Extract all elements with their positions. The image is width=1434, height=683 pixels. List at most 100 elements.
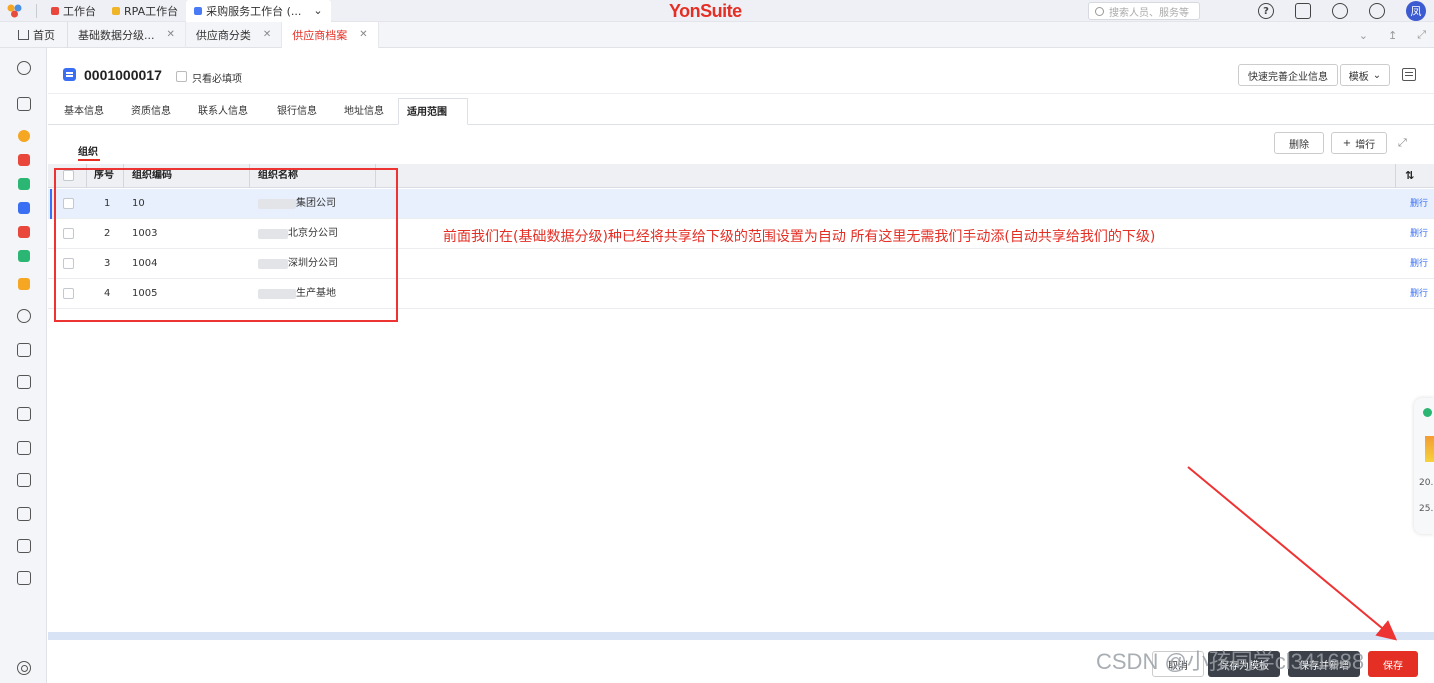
store-icon[interactable] [14,340,34,360]
shop-front-icon[interactable] [14,504,34,524]
flower-icon[interactable] [14,150,34,170]
close-icon[interactable]: ✕ [263,29,271,40]
top-right-icons: ? 凤 [1258,0,1434,22]
cell-code: 1005 [132,288,158,299]
apps-icon[interactable] [14,126,34,146]
divider [1395,164,1396,188]
tab-address[interactable]: 地址信息 [336,98,392,125]
template-label: 模板 [1348,71,1369,83]
shop-icon[interactable] [14,372,34,392]
row-checkbox[interactable] [63,228,74,239]
tab-supplier-category[interactable]: 供应商分类 ✕ [186,21,283,48]
calc-icon[interactable] [14,246,34,266]
delete-row-link[interactable]: 删行 [1410,219,1428,249]
search-input[interactable]: 搜索人员、服务等 [1088,2,1200,20]
divider [36,3,37,18]
bag-icon[interactable] [14,174,34,194]
cell-seq: 1 [104,198,111,209]
close-icon[interactable]: ✕ [359,29,367,40]
chevron-down-icon[interactable]: ⌄ [313,4,322,17]
expand-icon[interactable]: ⤢ [1398,136,1410,149]
search-placeholder: 搜索人员、服务等 [1109,7,1189,19]
gear-icon[interactable] [17,661,31,675]
folder-icon[interactable] [14,470,34,490]
box-icon[interactable] [14,94,34,114]
required-only-label: 只看必填项 [192,74,242,85]
close-icon[interactable]: ✕ [167,29,175,40]
chevron-down-icon[interactable]: ⌄ [1359,29,1368,42]
tab-home[interactable]: 首页 [0,21,68,48]
cell-code: 10 [132,198,145,209]
cell-seq: 2 [104,228,111,239]
headset-icon[interactable] [1332,3,1348,19]
quick-fill-button[interactable]: 快速完善企业信息 [1238,64,1338,86]
add-row-button[interactable]: + 增行 [1331,132,1387,154]
grid-icon[interactable] [14,568,34,588]
tab-bank[interactable]: 银行信息 [269,98,325,125]
cell-name: 生产基地 [296,288,336,299]
table-row[interactable]: 4 1005 生产基地 删行 [48,279,1434,309]
top-tab-procurement[interactable]: 采购服务工作台 (... ⌄ [186,0,331,22]
delete-row-link[interactable]: 删行 [1410,279,1428,309]
row-checkbox[interactable] [63,258,74,269]
select-all-checkbox[interactable] [63,170,74,181]
upload-icon[interactable]: ↥ [1388,29,1397,42]
column-settings-icon[interactable]: ⇅ [1405,164,1414,188]
tab-label: 供应商档案 [292,28,348,42]
rpa-icon [112,6,120,15]
top-tab-rpa[interactable]: RPA工作台 [104,0,186,22]
cell-name: 集团公司 [296,198,336,209]
workbench-icon [51,6,59,15]
top-bar: 工作台 RPA工作台 采购服务工作台 (... ⌄ YonSuite 搜索人员、… [0,0,1434,22]
table-header: 序号 组织编码 组织名称 ⇅ [48,164,1434,188]
delete-row-link[interactable]: 删行 [1410,249,1428,279]
tab-contacts[interactable]: 联系人信息 [190,98,256,125]
message-icon[interactable] [1295,3,1311,19]
quick-fill-label: 快速完善企业信息 [1248,71,1328,83]
card-icon[interactable] [14,222,34,242]
avatar[interactable]: 凤 [1406,1,1426,21]
required-only-checkbox[interactable] [176,71,187,82]
tab-scope[interactable]: 适用范围 [398,98,468,125]
status-dot-icon [1423,408,1432,417]
tab-label: 供应商分类 [195,28,251,42]
left-sidebar [0,48,47,683]
delete-row-link[interactable]: 删行 [1410,189,1428,219]
fullscreen-icon[interactable]: ⤢ [1417,28,1426,42]
tab-home-label: 首页 [33,28,55,42]
template-dropdown[interactable]: 模板 ⌄ [1340,64,1390,86]
badge-icon[interactable] [14,274,34,294]
search-icon [1095,6,1104,16]
house-icon[interactable] [14,438,34,458]
settings-badge-icon[interactable] [1369,3,1385,19]
watermark: CSDN @小孩同学cl341688 [1096,649,1365,674]
app-logo-icon[interactable] [0,0,30,22]
table-row[interactable]: 3 1004 深圳分公司 删行 [48,249,1434,279]
plus-icon: + [1342,137,1352,149]
floating-widget[interactable]: 20. 25. [1414,398,1434,534]
row-checkbox[interactable] [63,288,74,299]
help-icon[interactable]: ? [1258,3,1274,19]
calendar-icon[interactable] [1402,68,1416,81]
cell-code: 1003 [132,228,158,239]
delete-button[interactable]: 删除 [1274,132,1324,154]
tab-basic-info[interactable]: 基本信息 [56,98,112,125]
table-row[interactable]: 1 10 集团公司 删行 [48,189,1434,219]
users-icon[interactable] [14,306,34,326]
triangle-icon[interactable] [14,198,34,218]
col-seq: 序号 [94,170,114,181]
monitor-icon[interactable] [14,536,34,556]
row-checkbox[interactable] [63,198,74,209]
search-icon[interactable] [14,58,34,78]
save-button[interactable]: 保存 [1368,651,1418,677]
section-org-label[interactable]: 组织 [78,143,98,158]
tab-supplier-archive[interactable]: 供应商档案 ✕ [282,21,379,48]
record-subtabs: 基本信息 资质信息 联系人信息 银行信息 地址信息 适用范围 [48,98,1434,125]
page-tab-bar: 首页 基础数据分级... ✕ 供应商分类 ✕ 供应商档案 ✕ ⌄ ↥ ⤢ [0,21,1434,48]
clipboard-icon[interactable] [14,404,34,424]
top-tab-workbench[interactable]: 工作台 [43,0,104,22]
tab-qualification[interactable]: 资质信息 [123,98,179,125]
document-icon [63,68,76,81]
tab-data-grading[interactable]: 基础数据分级... ✕ [68,21,186,48]
brand-logo: YonSuite [669,1,742,21]
